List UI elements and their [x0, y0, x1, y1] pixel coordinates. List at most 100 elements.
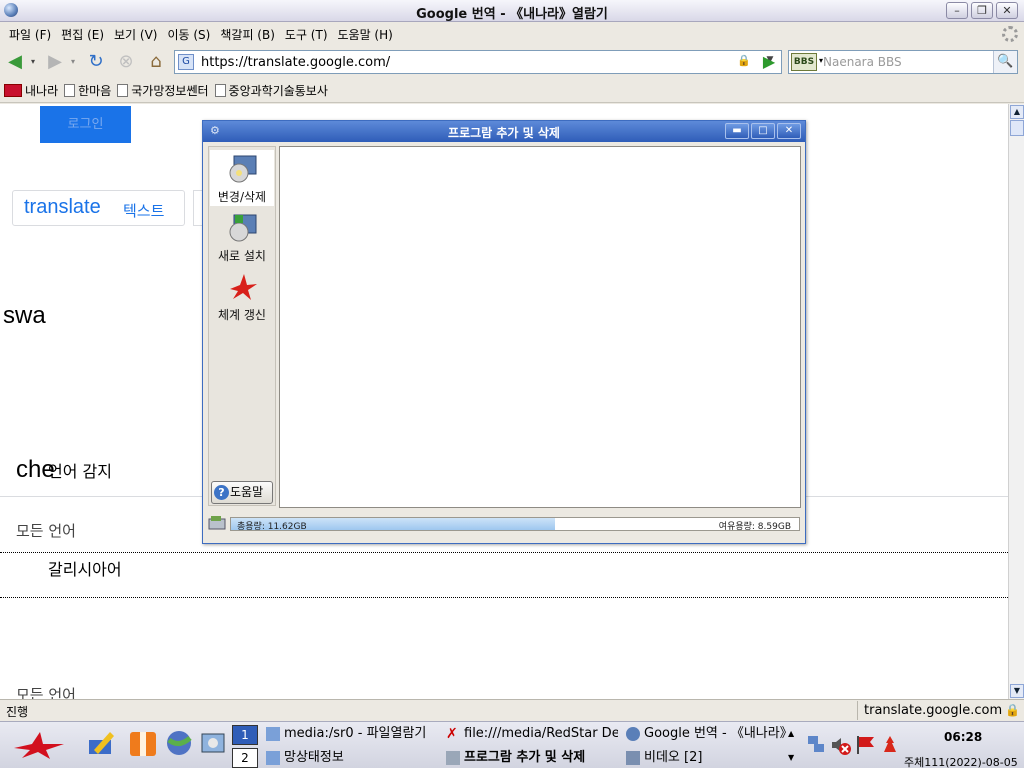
menu-go[interactable]: 이동 (S) — [162, 26, 215, 43]
bookmark-label: 중앙과학기술통보사 — [228, 83, 328, 98]
browser-icon[interactable] — [164, 728, 194, 758]
red-star-update-icon — [230, 274, 257, 300]
menu-help[interactable]: 도움말 (H) — [333, 26, 398, 43]
bookmark-science-news[interactable]: 중앙과학기술통보사 — [214, 82, 328, 99]
office-pen-icon — [89, 732, 114, 754]
sidebar-item-label: 새로 설치 — [218, 249, 266, 263]
bookmark-label: 내나라 — [25, 83, 59, 98]
task-label: 비데오 [2] — [644, 750, 703, 765]
date[interactable]: 주체111(2022)-08-05 — [904, 754, 1018, 768]
task-network-status[interactable]: 망상태정보 — [266, 748, 438, 768]
home-icon[interactable]: ⌂ — [144, 50, 168, 74]
status-lock-icon[interactable]: 🔒 — [1005, 703, 1020, 717]
task-label: Google 번역 - 《내나라》 — [644, 726, 790, 741]
bookmark-national-network[interactable]: 국가망정보쎈터 — [117, 82, 209, 99]
scroll-down-icon[interactable]: ▼ — [1010, 684, 1024, 698]
task-browser[interactable]: Google 번역 - 《내나라》 — [626, 724, 790, 744]
dialog-close-button[interactable]: ✕ — [777, 123, 801, 139]
red-star-menu-icon[interactable] — [10, 730, 68, 760]
volume-muted-icon[interactable] — [830, 734, 851, 755]
search-icon[interactable]: 🔍 — [993, 51, 1017, 73]
status-bar: 진행 translate.google.com 🔒 — [0, 699, 1024, 721]
minimize-button[interactable]: – — [946, 2, 968, 19]
cd-monitor-icon — [229, 155, 257, 183]
stop-icon[interactable]: ⊗ — [114, 50, 138, 74]
swap-label[interactable]: swa — [3, 302, 46, 330]
taskbar: 1 2 media:/sr0 - 파일열람기 ✗ file:///media/R… — [0, 721, 1024, 768]
workspace-2[interactable]: 2 — [232, 748, 258, 768]
task-label: 망상태정보 — [284, 750, 344, 765]
security-lock-icon[interactable]: 🔒 — [737, 54, 751, 68]
sidebar-item-change-remove[interactable]: 변경/삭제 — [210, 150, 274, 206]
scroll-up-icon[interactable]: ▲ — [1010, 105, 1024, 119]
settings-icon[interactable] — [198, 728, 228, 758]
status-text: 진행 — [6, 705, 29, 719]
search-box[interactable]: BBS ▾ Naenara BBS 🔍 — [788, 50, 1018, 74]
page-icon — [64, 83, 76, 97]
fire-icon — [884, 736, 896, 752]
url-text[interactable]: https://translate.google.com/ — [201, 55, 390, 70]
detect-language-option[interactable]: 언어 감지 — [48, 458, 112, 482]
menu-bookmarks[interactable]: 책갈피 (B) — [215, 26, 280, 43]
dialog-controls: ▬ □ ✕ — [725, 123, 801, 139]
reload-icon[interactable]: ↻ — [84, 50, 108, 74]
menu-file[interactable]: 파일 (F) — [4, 26, 56, 43]
url-bar[interactable]: G https://translate.google.com/ 🔒 ▼ — [174, 50, 782, 74]
task-file-redstar[interactable]: ✗ file:///media/RedStar De — [446, 724, 618, 744]
program-list[interactable] — [279, 146, 801, 508]
disk-usage-bar: 총용량: 11.62GB 여유용량: 8.59GB — [230, 517, 800, 532]
package-icon — [130, 732, 156, 756]
forward-history-dropdown-icon[interactable]: ▾ — [68, 50, 78, 74]
focus-outline-top — [0, 552, 1008, 553]
vertical-scrollbar[interactable]: ▲ ▼ — [1008, 104, 1024, 699]
page-icon — [214, 83, 226, 97]
search-engine-icon[interactable]: BBS — [791, 53, 817, 71]
scroll-thumb[interactable] — [1010, 120, 1024, 136]
task-video[interactable]: 비데오 [2] — [626, 748, 790, 768]
bookmark-hanmaum[interactable]: 한마음 — [64, 82, 111, 99]
task-scroll-down-icon[interactable]: ▼ — [788, 748, 800, 768]
all-languages-heading-2: 모든 언어 — [16, 686, 76, 699]
task-file-manager[interactable]: media:/sr0 - 파일열람기 — [266, 724, 438, 744]
box-icon[interactable] — [128, 728, 158, 758]
dialog-maximize-button[interactable]: □ — [751, 123, 775, 139]
help-icon: ? — [214, 485, 229, 500]
sidebar-item-new-install[interactable]: 새로 설치 — [210, 209, 274, 265]
office-icon[interactable] — [86, 728, 116, 758]
text-tab[interactable]: translate 텍스트 — [12, 190, 185, 226]
sidebar-item-label: 변경/삭제 — [217, 190, 267, 204]
sidebar-item-system-update[interactable]: 체계 갱신 — [210, 268, 274, 324]
dialog-minimize-button[interactable]: ▬ — [725, 123, 749, 139]
sign-in-button[interactable]: 로그인 — [40, 106, 131, 143]
globe-icon — [626, 727, 640, 741]
task-label: file:///media/RedStar De — [464, 726, 618, 741]
menu-view[interactable]: 보기 (V) — [109, 26, 162, 43]
menu-edit[interactable]: 편집 (E) — [56, 26, 109, 43]
go-arrow-icon[interactable]: ▶ — [758, 51, 780, 73]
back-arrow-icon[interactable]: ◀ — [4, 50, 26, 74]
help-button[interactable]: ? 도움말 — [211, 481, 273, 504]
close-button[interactable]: ✕ — [996, 2, 1018, 19]
maximize-button[interactable]: ❐ — [971, 2, 993, 19]
clock[interactable]: 06:28 — [944, 730, 982, 744]
language-option-galician[interactable]: 갈리시아어 — [48, 556, 122, 580]
package-manager-icon — [446, 751, 460, 765]
forward-arrow-icon[interactable]: ▶ — [44, 50, 66, 74]
task-scroll-up-icon[interactable]: ▲ — [788, 724, 800, 744]
update-tray-icon[interactable] — [880, 734, 900, 754]
search-placeholder[interactable]: Naenara BBS — [823, 55, 902, 69]
flag-icon[interactable] — [854, 734, 874, 754]
bookmark-naenara[interactable]: 내나라 — [4, 82, 58, 99]
workspace-1[interactable]: 1 — [232, 725, 258, 745]
task-add-remove-programs[interactable]: 프로그람 추가 및 삭제 — [446, 748, 618, 768]
status-host: translate.google.com — [857, 701, 1002, 720]
page-icon — [117, 83, 129, 97]
back-history-dropdown-icon[interactable]: ▾ — [28, 50, 38, 74]
network-tray-icon[interactable] — [806, 734, 826, 754]
window-titlebar[interactable]: Google 번역 - 《내나라》열람기 – ❐ ✕ — [0, 0, 1024, 22]
broken-file-icon: ✗ — [446, 726, 458, 742]
install-icon — [229, 214, 257, 242]
dialog-titlebar[interactable]: ⚙ 프로그람 추가 및 삭제 ▬ □ ✕ — [203, 121, 805, 142]
menu-tools[interactable]: 도구 (T) — [280, 26, 333, 43]
video-icon — [626, 751, 640, 765]
